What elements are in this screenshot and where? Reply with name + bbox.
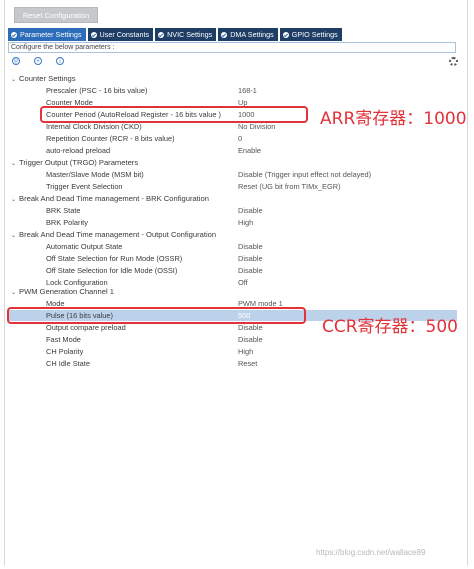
chevron-down-icon: ⌄ <box>11 290 17 296</box>
chevron-down-icon: ⌄ <box>11 77 17 83</box>
param-fast-mode-value[interactable]: Disable <box>238 334 263 345</box>
group-brk-configuration[interactable]: ⌄ Break And Dead Time management - BRK Co… <box>11 193 209 204</box>
ccr-annotation: CCR寄存器：500 <box>322 317 458 337</box>
settings-tabs: Parameter Settings User Constants NVIC S… <box>8 28 394 41</box>
param-repetition-counter-label: Repetition Counter (RCR - 8 bits value) <box>46 134 175 143</box>
tab-gpio-settings[interactable]: GPIO Settings <box>279 28 342 41</box>
param-ossi-value[interactable]: Disable <box>238 265 263 276</box>
check-icon <box>90 31 97 38</box>
param-brk-polarity-value[interactable]: High <box>238 217 253 228</box>
group-label: Trigger Output (TRGO) Parameters <box>19 158 139 167</box>
param-prescaler-value[interactable]: 168-1 <box>238 85 257 96</box>
param-trigger-event-label: Trigger Event Selection <box>46 182 123 191</box>
gear-icon[interactable] <box>449 57 458 66</box>
watermark: https://blog.csdn.net/wallace89 <box>316 548 426 557</box>
group-pwm-channel-1[interactable]: ⌄ PWM Generation Channel 1 <box>11 286 114 297</box>
tab-label: GPIO Settings <box>291 30 338 39</box>
check-icon <box>11 31 17 38</box>
reset-configuration-button[interactable]: Reset Configuration <box>14 7 98 23</box>
check-icon <box>158 31 165 38</box>
param-ch-idle-state-label: CH Idle State <box>46 359 90 368</box>
tab-parameter-settings[interactable]: Parameter Settings <box>8 28 86 41</box>
arr-highlight-box <box>40 106 308 123</box>
param-msm-value[interactable]: Disable (Trigger input effect not delaye… <box>238 169 371 180</box>
param-ossr-label: Off State Selection for Run Mode (OSSR) <box>46 254 183 263</box>
param-brk-polarity-label: BRK Polarity <box>46 218 88 227</box>
param-trigger-event-value[interactable]: Reset (UG bit from TIMx_EGR) <box>238 181 341 192</box>
param-autoreload-preload-label: auto-reload preload <box>46 146 111 155</box>
param-brk-state-value[interactable]: Disable <box>238 205 263 216</box>
filter-label: Configure the below parameters : <box>8 42 456 53</box>
param-fast-mode-label: Fast Mode <box>46 335 81 344</box>
param-ch-polarity-label: CH Polarity <box>46 347 84 356</box>
param-auto-output-label: Automatic Output State <box>46 242 123 251</box>
group-label: Break And Dead Time management - BRK Con… <box>19 194 209 203</box>
group-label: Counter Settings <box>19 74 76 83</box>
param-lock-value[interactable]: Off <box>238 277 248 288</box>
info-icon[interactable]: i <box>56 57 64 65</box>
param-autoreload-preload-value[interactable]: Enable <box>238 145 261 156</box>
tab-nvic-settings[interactable]: NVIC Settings <box>155 28 217 41</box>
chevron-down-icon: ⌄ <box>11 161 17 167</box>
group-output-configuration[interactable]: ⌄ Break And Dead Time management - Output… <box>11 229 216 240</box>
group-counter-settings[interactable]: ⌄ Counter Settings <box>11 73 76 84</box>
tab-label: User Constants <box>99 30 150 39</box>
param-ossr-value[interactable]: Disable <box>238 253 263 264</box>
param-prescaler-label: Prescaler (PSC - 16 bits value) <box>46 86 148 95</box>
param-auto-output-value[interactable]: Disable <box>238 241 263 252</box>
tab-label: Parameter Settings <box>20 30 82 39</box>
group-trigger-output[interactable]: ⌄ Trigger Output (TRGO) Parameters <box>11 157 138 168</box>
chevron-down-icon: ⌄ <box>11 233 17 239</box>
chevron-down-icon: ⌄ <box>11 197 17 203</box>
check-icon <box>221 31 228 38</box>
expand-icon[interactable]: + <box>34 57 42 65</box>
tab-label: NVIC Settings <box>167 30 213 39</box>
group-label: PWM Generation Channel 1 <box>19 287 114 296</box>
param-repetition-counter-value[interactable]: 0 <box>238 133 242 144</box>
param-msm-label: Master/Slave Mode (MSM bit) <box>46 170 144 179</box>
ccr-highlight-box <box>7 307 306 324</box>
param-ossi-label: Off State Selection for Idle Mode (OSSI) <box>46 266 178 275</box>
tab-label: DMA Settings <box>230 30 274 39</box>
tab-user-constants[interactable]: User Constants <box>87 28 154 41</box>
param-ch-polarity-value[interactable]: High <box>238 346 253 357</box>
search-icon[interactable]: ⚲ <box>12 57 20 65</box>
toolbar: ⚲ + i <box>12 57 78 69</box>
check-icon <box>282 31 289 38</box>
group-label: Break And Dead Time management - Output … <box>19 230 217 239</box>
param-brk-state-label: BRK State <box>46 206 81 215</box>
param-ch-idle-state-value[interactable]: Reset <box>238 358 257 369</box>
arr-annotation: ARR寄存器：1000 <box>320 109 467 129</box>
tab-dma-settings[interactable]: DMA Settings <box>218 28 278 41</box>
